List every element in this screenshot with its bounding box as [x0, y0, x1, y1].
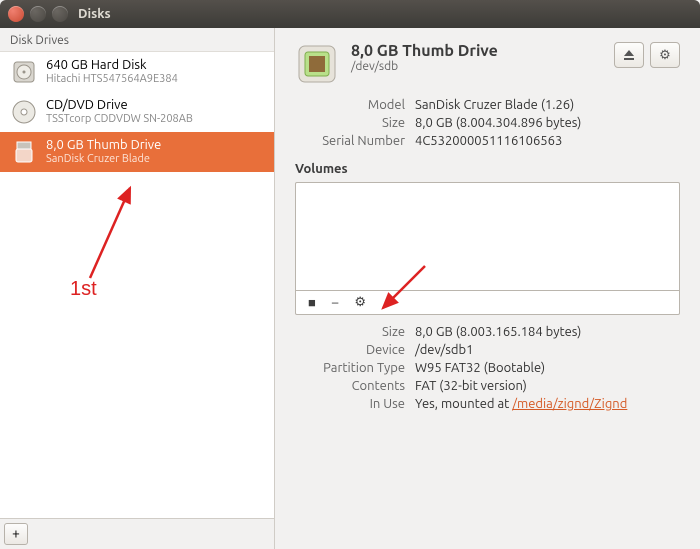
label-vol-ptype: Partition Type — [295, 361, 415, 375]
value-size: 8,0 GB (8.004.304.896 bytes) — [415, 116, 680, 130]
volumes-header: Volumes — [295, 162, 680, 176]
inuse-prefix: Yes, mounted at — [415, 397, 512, 411]
window-title: Disks — [78, 7, 111, 21]
value-model: SanDisk Cruzer Blade (1.26) — [415, 98, 680, 112]
usb-icon — [10, 138, 38, 166]
drive-item-usb[interactable]: 8,0 GB Thumb Drive SanDisk Cruzer Blade — [0, 132, 274, 172]
volume-remove-button[interactable]: – — [332, 296, 338, 310]
gear-icon: ⚙ — [659, 48, 671, 63]
drive-name: 8,0 GB Thumb Drive — [46, 138, 161, 153]
window-close-button[interactable] — [8, 6, 24, 22]
optical-icon — [10, 98, 38, 126]
window-minimize-button[interactable] — [30, 6, 46, 22]
sidebar-header: Disk Drives — [0, 28, 274, 52]
mount-point-link[interactable]: /media/zignd/Zignd — [512, 397, 627, 411]
device-large-icon — [295, 42, 339, 86]
volume-canvas[interactable] — [296, 183, 679, 291]
volumes-frame: ■ – ⚙ — [295, 182, 680, 315]
detail-pane: 8,0 GB Thumb Drive /dev/sdb ⚙ Model SanD… — [275, 28, 700, 549]
volume-toolbar: ■ – ⚙ — [296, 291, 679, 314]
drive-item-optical[interactable]: CD/DVD Drive TSSTcorp CDDVDW SN-208AB — [0, 92, 274, 132]
value-vol-device: /dev/sdb1 — [415, 343, 680, 357]
label-model: Model — [295, 98, 415, 112]
label-serial: Serial Number — [295, 134, 415, 148]
value-serial: 4C532000051116106563 — [415, 134, 680, 148]
drive-name: 640 GB Hard Disk — [46, 58, 178, 73]
window-maximize-button[interactable] — [52, 6, 68, 22]
volume-options-button[interactable]: ⚙ — [354, 295, 366, 310]
drive-name: CD/DVD Drive — [46, 98, 193, 113]
label-vol-contents: Contents — [295, 379, 415, 393]
value-vol-size: 8,0 GB (8.003.165.184 bytes) — [415, 325, 680, 339]
volume-stop-button[interactable]: ■ — [308, 295, 316, 310]
drive-item-hdd[interactable]: 640 GB Hard Disk Hitachi HTS547564A9E384 — [0, 52, 274, 92]
eject-icon — [622, 48, 636, 62]
drive-options-button[interactable]: ⚙ — [650, 42, 680, 68]
device-title: 8,0 GB Thumb Drive — [351, 42, 498, 60]
eject-button[interactable] — [614, 42, 644, 68]
value-vol-ptype: W95 FAT32 (Bootable) — [415, 361, 680, 375]
label-size: Size — [295, 116, 415, 130]
drive-sub: SanDisk Cruzer Blade — [46, 153, 161, 166]
hdd-icon — [10, 58, 38, 86]
device-path: /dev/sdb — [351, 60, 498, 73]
label-vol-inuse: In Use — [295, 397, 415, 411]
drive-list: 640 GB Hard Disk Hitachi HTS547564A9E384… — [0, 52, 274, 518]
sidebar: Disk Drives 640 GB Hard Disk Hitachi HTS… — [0, 28, 275, 549]
add-drive-button[interactable]: + — [4, 523, 28, 545]
label-vol-device: Device — [295, 343, 415, 357]
value-vol-inuse: Yes, mounted at /media/zignd/Zignd — [415, 397, 680, 411]
value-vol-contents: FAT (32-bit version) — [415, 379, 680, 393]
label-vol-size: Size — [295, 325, 415, 339]
drive-sub: Hitachi HTS547564A9E384 — [46, 73, 178, 86]
drive-sub: TSSTcorp CDDVDW SN-208AB — [46, 113, 193, 126]
window-titlebar: Disks — [0, 0, 700, 28]
